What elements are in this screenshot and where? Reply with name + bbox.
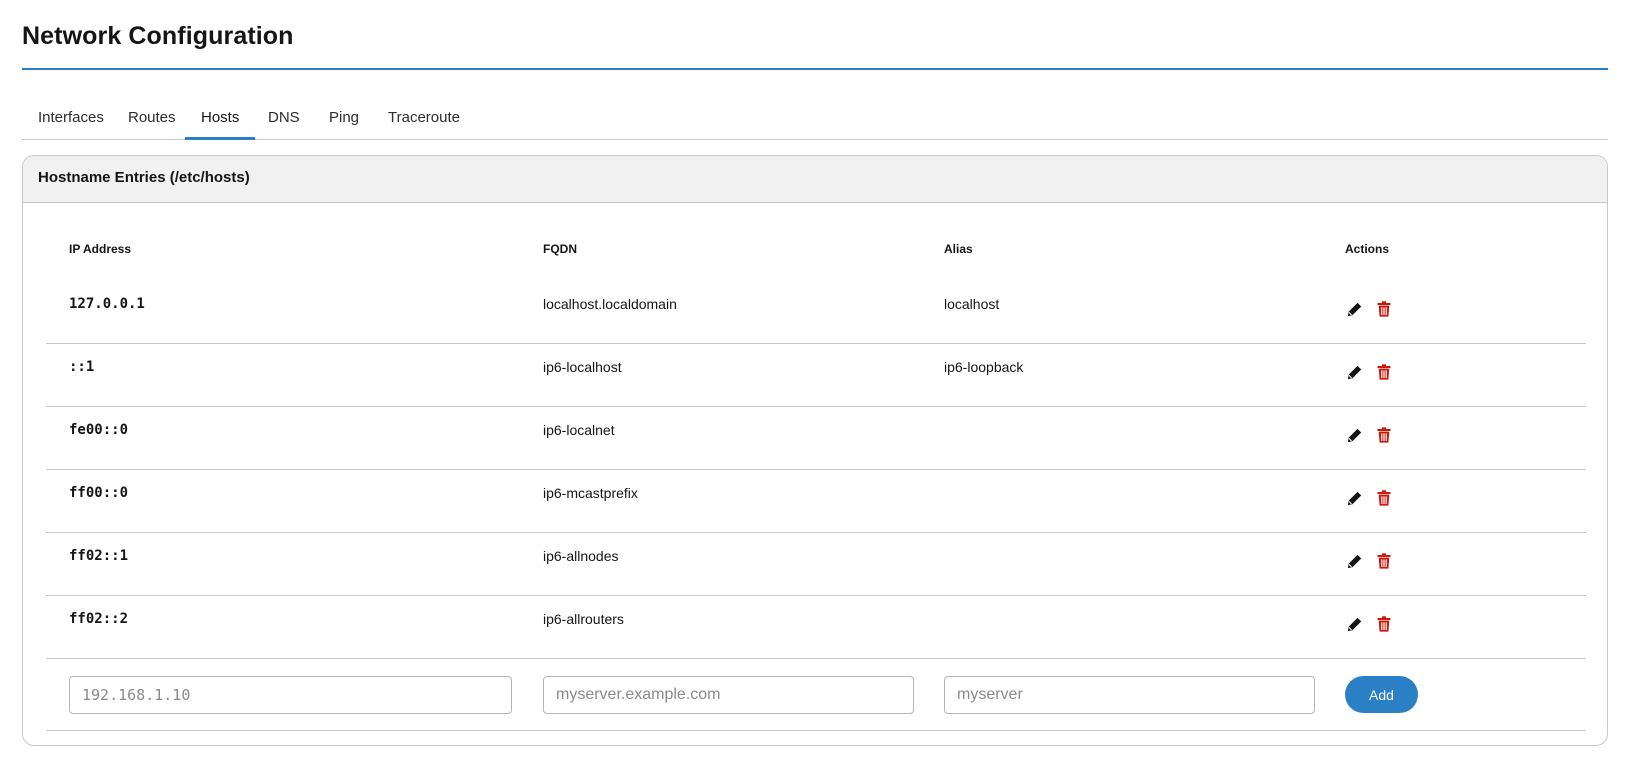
trash-icon[interactable] <box>1375 299 1393 319</box>
add-entry-row: Add <box>46 659 1586 731</box>
table-row: fe00::0 ip6-localnet <box>46 407 1586 470</box>
row-actions <box>1345 299 1393 319</box>
fqdn-cell: ip6-allnodes <box>543 548 619 564</box>
trash-icon[interactable] <box>1375 614 1393 634</box>
card-header: Hostname Entries (/etc/hosts) <box>23 156 1607 203</box>
fqdn-cell: ip6-mcastprefix <box>543 485 638 501</box>
tab-hosts[interactable]: Hosts <box>185 106 256 140</box>
new-ip-input[interactable] <box>69 676 512 714</box>
table-header: IP Address FQDN Alias Actions <box>46 203 1586 281</box>
pencil-icon[interactable] <box>1345 425 1363 445</box>
pencil-icon[interactable] <box>1345 362 1363 382</box>
ip-cell: ff02::2 <box>69 611 129 627</box>
table-row: ::1 ip6-localhost ip6-loopback <box>46 344 1586 407</box>
fqdn-cell: ip6-allrouters <box>543 611 624 627</box>
fqdn-cell: ip6-localnet <box>543 422 615 438</box>
tab-routes[interactable]: Routes <box>112 106 192 140</box>
page: Network Configuration Interfaces Routes … <box>22 0 1608 746</box>
ip-cell: ff00::0 <box>69 485 129 501</box>
pencil-icon[interactable] <box>1345 299 1363 319</box>
table-row: ff02::2 ip6-allrouters <box>46 596 1586 659</box>
ip-cell: ff02::1 <box>69 548 129 564</box>
column-header-actions: Actions <box>1345 242 1390 256</box>
ip-cell: fe00::0 <box>69 422 129 438</box>
alias-cell: ip6-loopback <box>944 359 1024 375</box>
column-header-ip: IP Address <box>69 242 132 256</box>
table-row: ff00::0 ip6-mcastprefix <box>46 470 1586 533</box>
row-actions <box>1345 362 1393 382</box>
pencil-icon[interactable] <box>1345 488 1363 508</box>
title-bar: Network Configuration <box>22 0 1608 70</box>
trash-icon[interactable] <box>1375 362 1393 382</box>
column-header-alias: Alias <box>944 242 973 256</box>
new-alias-input[interactable] <box>944 676 1315 714</box>
ip-cell: 127.0.0.1 <box>69 296 145 312</box>
trash-icon[interactable] <box>1375 488 1393 508</box>
fqdn-cell: ip6-localhost <box>543 359 622 375</box>
tab-bar: Interfaces Routes Hosts DNS Ping Tracero… <box>22 70 1608 140</box>
alias-cell: localhost <box>944 296 1000 312</box>
add-host-button[interactable]: Add <box>1345 676 1418 713</box>
table-body: 127.0.0.1 localhost.localdomain localhos… <box>46 281 1586 659</box>
tab-traceroute[interactable]: Traceroute <box>372 106 476 140</box>
card-title: Hostname Entries (/etc/hosts) <box>38 169 250 186</box>
row-actions <box>1345 488 1393 508</box>
trash-icon[interactable] <box>1375 551 1393 571</box>
row-actions <box>1345 614 1393 634</box>
row-actions <box>1345 551 1393 571</box>
page-title: Network Configuration <box>22 22 294 50</box>
table-row: 127.0.0.1 localhost.localdomain localhos… <box>46 281 1586 344</box>
column-header-fqdn: FQDN <box>543 242 577 256</box>
hosts-table: IP Address FQDN Alias Actions 127.0.0.1 … <box>46 203 1586 731</box>
hosts-card: Hostname Entries (/etc/hosts) IP Address… <box>22 155 1608 746</box>
tab-dns[interactable]: DNS <box>252 106 316 140</box>
table-row: ff02::1 ip6-allnodes <box>46 533 1586 596</box>
new-fqdn-input[interactable] <box>543 676 914 714</box>
pencil-icon[interactable] <box>1345 551 1363 571</box>
trash-icon[interactable] <box>1375 425 1393 445</box>
pencil-icon[interactable] <box>1345 614 1363 634</box>
tab-interfaces[interactable]: Interfaces <box>22 106 120 140</box>
tab-ping[interactable]: Ping <box>313 106 375 140</box>
ip-cell: ::1 <box>69 359 95 375</box>
fqdn-cell: localhost.localdomain <box>543 296 677 312</box>
row-actions <box>1345 425 1393 445</box>
